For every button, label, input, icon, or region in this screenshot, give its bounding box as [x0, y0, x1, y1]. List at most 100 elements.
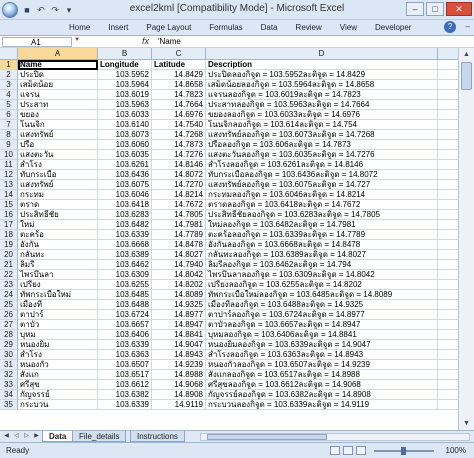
table-cell[interactable]: บุหมลองกิจูด = 103.6406ละติจูด = 14.8841	[206, 330, 438, 340]
empty-cell[interactable]	[438, 270, 458, 280]
table-cell[interactable]: กระบวนลองกิจูด = 103.6339ละติจูด = 14.91…	[206, 400, 438, 410]
table-cell[interactable]: 103.6339	[98, 340, 152, 350]
table-cell[interactable]: แสงตะวัน	[18, 150, 98, 160]
table-cell[interactable]: บุหม	[18, 330, 98, 340]
tab-insert[interactable]: Insert	[99, 20, 137, 36]
table-cell[interactable]: 103.6309	[98, 270, 152, 280]
table-cell[interactable]: 103.6612	[98, 380, 152, 390]
tab-data[interactable]: Data	[252, 20, 287, 36]
table-cell[interactable]: ตราด	[18, 200, 98, 210]
empty-cell[interactable]	[438, 120, 458, 130]
scroll-up-icon[interactable]: ▲	[461, 49, 472, 60]
table-cell[interactable]: 103.5963	[98, 100, 152, 110]
table-cell[interactable]: แสงทรัพย์	[18, 130, 98, 140]
table-cell[interactable]: 14.7789	[152, 230, 206, 240]
tab-view[interactable]: View	[331, 20, 366, 36]
empty-cell[interactable]	[438, 200, 458, 210]
maximize-icon[interactable]: □	[426, 2, 444, 16]
table-cell[interactable]: สังแก	[18, 370, 98, 380]
empty-cell[interactable]	[438, 280, 458, 290]
table-cell[interactable]: 14.7540	[152, 120, 206, 130]
header-cell[interactable]: Latitude	[152, 60, 206, 70]
table-cell[interactable]: ศรีสุข	[18, 380, 98, 390]
table-cell[interactable]: สำโรง	[18, 350, 98, 360]
zoom-level[interactable]: 100%	[446, 446, 466, 455]
row-header[interactable]: 19	[0, 240, 18, 250]
table-cell[interactable]: 14.8214	[152, 190, 206, 200]
empty-cell[interactable]	[438, 60, 458, 70]
table-cell[interactable]: กระทมลองกิจูด = 103.6046ละติจูด = 14.821…	[206, 190, 438, 200]
empty-cell[interactable]	[438, 160, 458, 170]
table-cell[interactable]: 14.8042	[152, 270, 206, 280]
scroll-down-icon[interactable]: ▼	[461, 418, 472, 429]
worksheet-grid[interactable]: A B C D 1 Name Longitude Latitude Description 2 ปร…	[0, 48, 458, 430]
empty-cell[interactable]	[438, 390, 458, 400]
table-cell[interactable]: อังกัน	[18, 240, 98, 250]
chevron-down-icon[interactable]: ▼	[74, 37, 80, 43]
table-cell[interactable]: เมืองที	[18, 300, 98, 310]
first-sheet-icon[interactable]: ◀	[2, 432, 11, 441]
table-cell[interactable]: 14.7823	[152, 90, 206, 100]
empty-cell[interactable]	[438, 170, 458, 180]
table-cell[interactable]: 14.8202	[152, 280, 206, 290]
empty-cell[interactable]	[438, 210, 458, 220]
row-header[interactable]: 5	[0, 100, 18, 110]
table-cell[interactable]: สำโรง	[18, 160, 98, 170]
table-cell[interactable]: 14.8658	[152, 80, 206, 90]
table-cell[interactable]: 103.6507	[98, 360, 152, 370]
table-cell[interactable]: 103.6436	[98, 170, 152, 180]
row-header[interactable]: 8	[0, 130, 18, 140]
table-cell[interactable]: 103.6075	[98, 180, 152, 190]
table-cell[interactable]: 14.8977	[152, 310, 206, 320]
table-cell[interactable]: 103.6060	[98, 140, 152, 150]
table-cell[interactable]: ตะคร้อ	[18, 230, 98, 240]
table-cell[interactable]: สังแกลองกิจูด = 103.6517ละติจูด = 14.898…	[206, 370, 438, 380]
table-cell[interactable]: ทับกระเบือ	[18, 170, 98, 180]
row-header[interactable]: 14	[0, 190, 18, 200]
column-header-a[interactable]: A	[18, 48, 98, 60]
prev-sheet-icon[interactable]: ◁	[12, 432, 21, 441]
empty-cell[interactable]	[438, 220, 458, 230]
last-sheet-icon[interactable]: ▶	[32, 432, 41, 441]
close-icon[interactable]: ✕	[446, 2, 472, 16]
row-header[interactable]: 1	[0, 60, 18, 70]
normal-view-icon[interactable]	[330, 446, 340, 455]
table-cell[interactable]: หนองยิ้ม	[18, 340, 98, 350]
table-cell[interactable]: โนนจิก	[18, 120, 98, 130]
table-cell[interactable]: 103.6255	[98, 280, 152, 290]
table-cell[interactable]: ตาปาร์ลองกิจูด = 103.6724ละติจูด = 14.89…	[206, 310, 438, 320]
table-cell[interactable]: 14.7805	[152, 210, 206, 220]
table-cell[interactable]: ทัพกระเบือใหม่	[18, 290, 98, 300]
table-cell[interactable]: หนองยิ้มลองกิจูด = 103.6339ละติจูด = 14.…	[206, 340, 438, 350]
table-cell[interactable]: 103.6488	[98, 300, 152, 310]
table-cell[interactable]: 103.6363	[98, 350, 152, 360]
insert-function-icon[interactable]: fx	[142, 36, 149, 46]
name-box[interactable]: A1	[2, 37, 72, 47]
table-cell[interactable]: ตราดลองกิจูด = 103.6418ละติจูด = 14.7672	[206, 200, 438, 210]
row-header[interactable]: 29	[0, 340, 18, 350]
table-cell[interactable]: 14.9119	[152, 400, 206, 410]
empty-cell[interactable]	[438, 90, 458, 100]
empty-cell[interactable]	[438, 140, 458, 150]
table-cell[interactable]: 103.6462	[98, 260, 152, 270]
header-cell[interactable]: Name	[18, 60, 98, 70]
table-cell[interactable]: สำโรงลองกิจูด = 103.6363ละติจูด = 14.894…	[206, 350, 438, 360]
row-header[interactable]: 7	[0, 120, 18, 130]
row-header[interactable]: 32	[0, 370, 18, 380]
table-cell[interactable]: ไพรบึนลา	[18, 270, 98, 280]
row-header[interactable]: 13	[0, 180, 18, 190]
row-header[interactable]: 9	[0, 140, 18, 150]
header-cell[interactable]: Description	[206, 60, 438, 70]
table-cell[interactable]: โนนจิกลองกิจูด = 103.614ละติจูด = 14.754	[206, 120, 438, 130]
table-cell[interactable]: 103.6389	[98, 250, 152, 260]
tab-home[interactable]: Home	[60, 20, 99, 36]
table-cell[interactable]: ทับกระเบือลองกิจูด = 103.6436ละติจูด = 1…	[206, 170, 438, 180]
empty-cell[interactable]	[438, 240, 458, 250]
table-cell[interactable]: 14.8146	[152, 160, 206, 170]
zoom-slider[interactable]	[374, 447, 434, 455]
table-cell[interactable]: ทัพกระเบือใหม่ลองกิจูด = 103.6485ละติจูด…	[206, 290, 438, 300]
empty-cell[interactable]	[438, 100, 458, 110]
table-cell[interactable]: ใหม่ลองกิจูด = 103.6482ละติจูด = 14.7981	[206, 220, 438, 230]
table-cell[interactable]: เสม็ดน้อยลองกิจูด = 103.5964ละติจูด = 14…	[206, 80, 438, 90]
table-cell[interactable]: ปรือ	[18, 140, 98, 150]
